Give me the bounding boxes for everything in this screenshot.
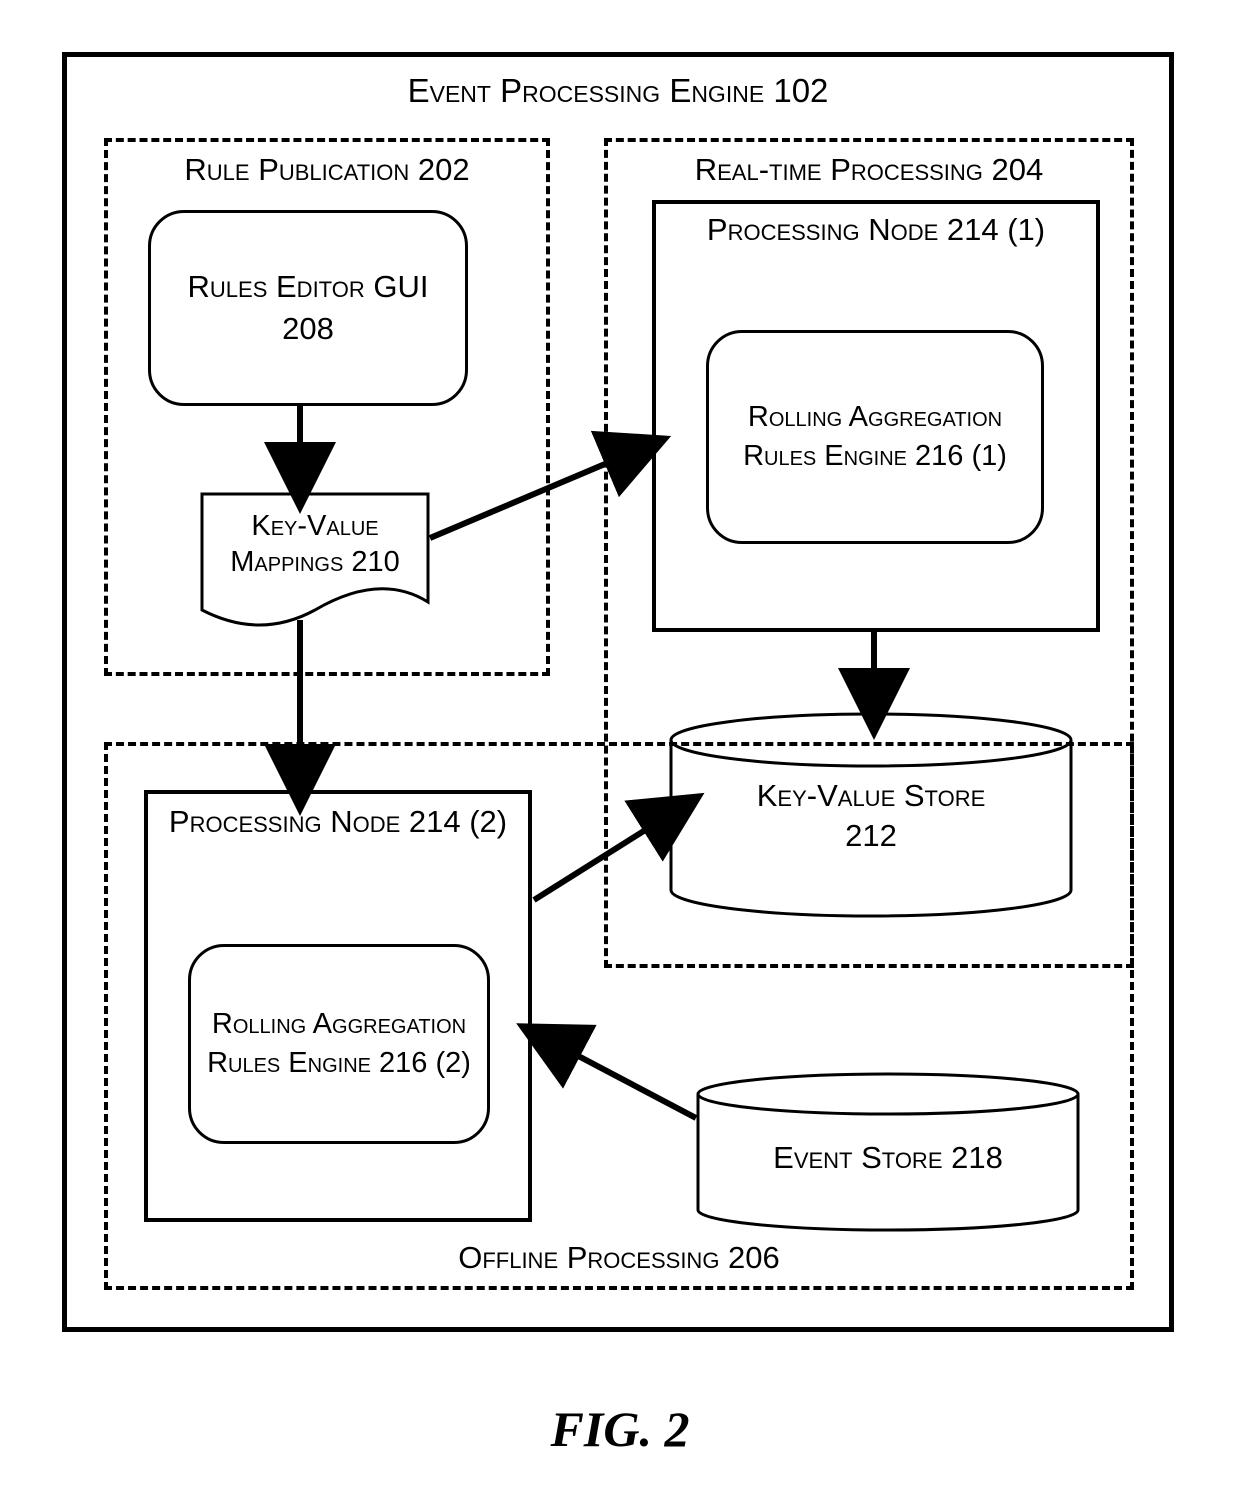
- processing-node-1-title: Processing Node 214 (1): [652, 212, 1100, 248]
- arrow-eventstore-to-node2: [536, 1030, 716, 1140]
- realtime-processing-title: Real-time Processing 204: [604, 152, 1134, 188]
- offline-processing-title: Offline Processing 206: [104, 1240, 1134, 1276]
- key-value-mappings-label: Key-Value Mappings 210: [208, 508, 422, 581]
- arrow-mappings-to-node1: [430, 438, 670, 558]
- event-store-label: Event Store 218: [692, 1140, 1084, 1176]
- rolling-aggregation-engine-1: Rolling Aggregation Rules Engine 216 (1): [706, 330, 1044, 544]
- rule-publication-title: Rule Publication 202: [104, 152, 550, 188]
- arrow-node1-to-kvstore: [854, 632, 894, 724]
- arrow-node2-to-kvstore: [534, 800, 694, 920]
- rules-editor-gui-label: Rules Editor GUI: [188, 269, 429, 305]
- event-processing-engine-title: Event Processing Engine 102: [62, 72, 1174, 110]
- rules-editor-gui-number: 208: [282, 311, 334, 347]
- arrow-gui-to-mappings: [280, 406, 320, 496]
- rolling-aggregation-engine-2: Rolling Aggregation Rules Engine 216 (2): [188, 944, 490, 1144]
- arrow-mappings-to-node2: [280, 620, 320, 800]
- figure-caption: FIG. 2: [0, 1400, 1240, 1458]
- processing-node-2-title: Processing Node 214 (2): [144, 804, 532, 840]
- rules-editor-gui-box: Rules Editor GUI 208: [148, 210, 468, 406]
